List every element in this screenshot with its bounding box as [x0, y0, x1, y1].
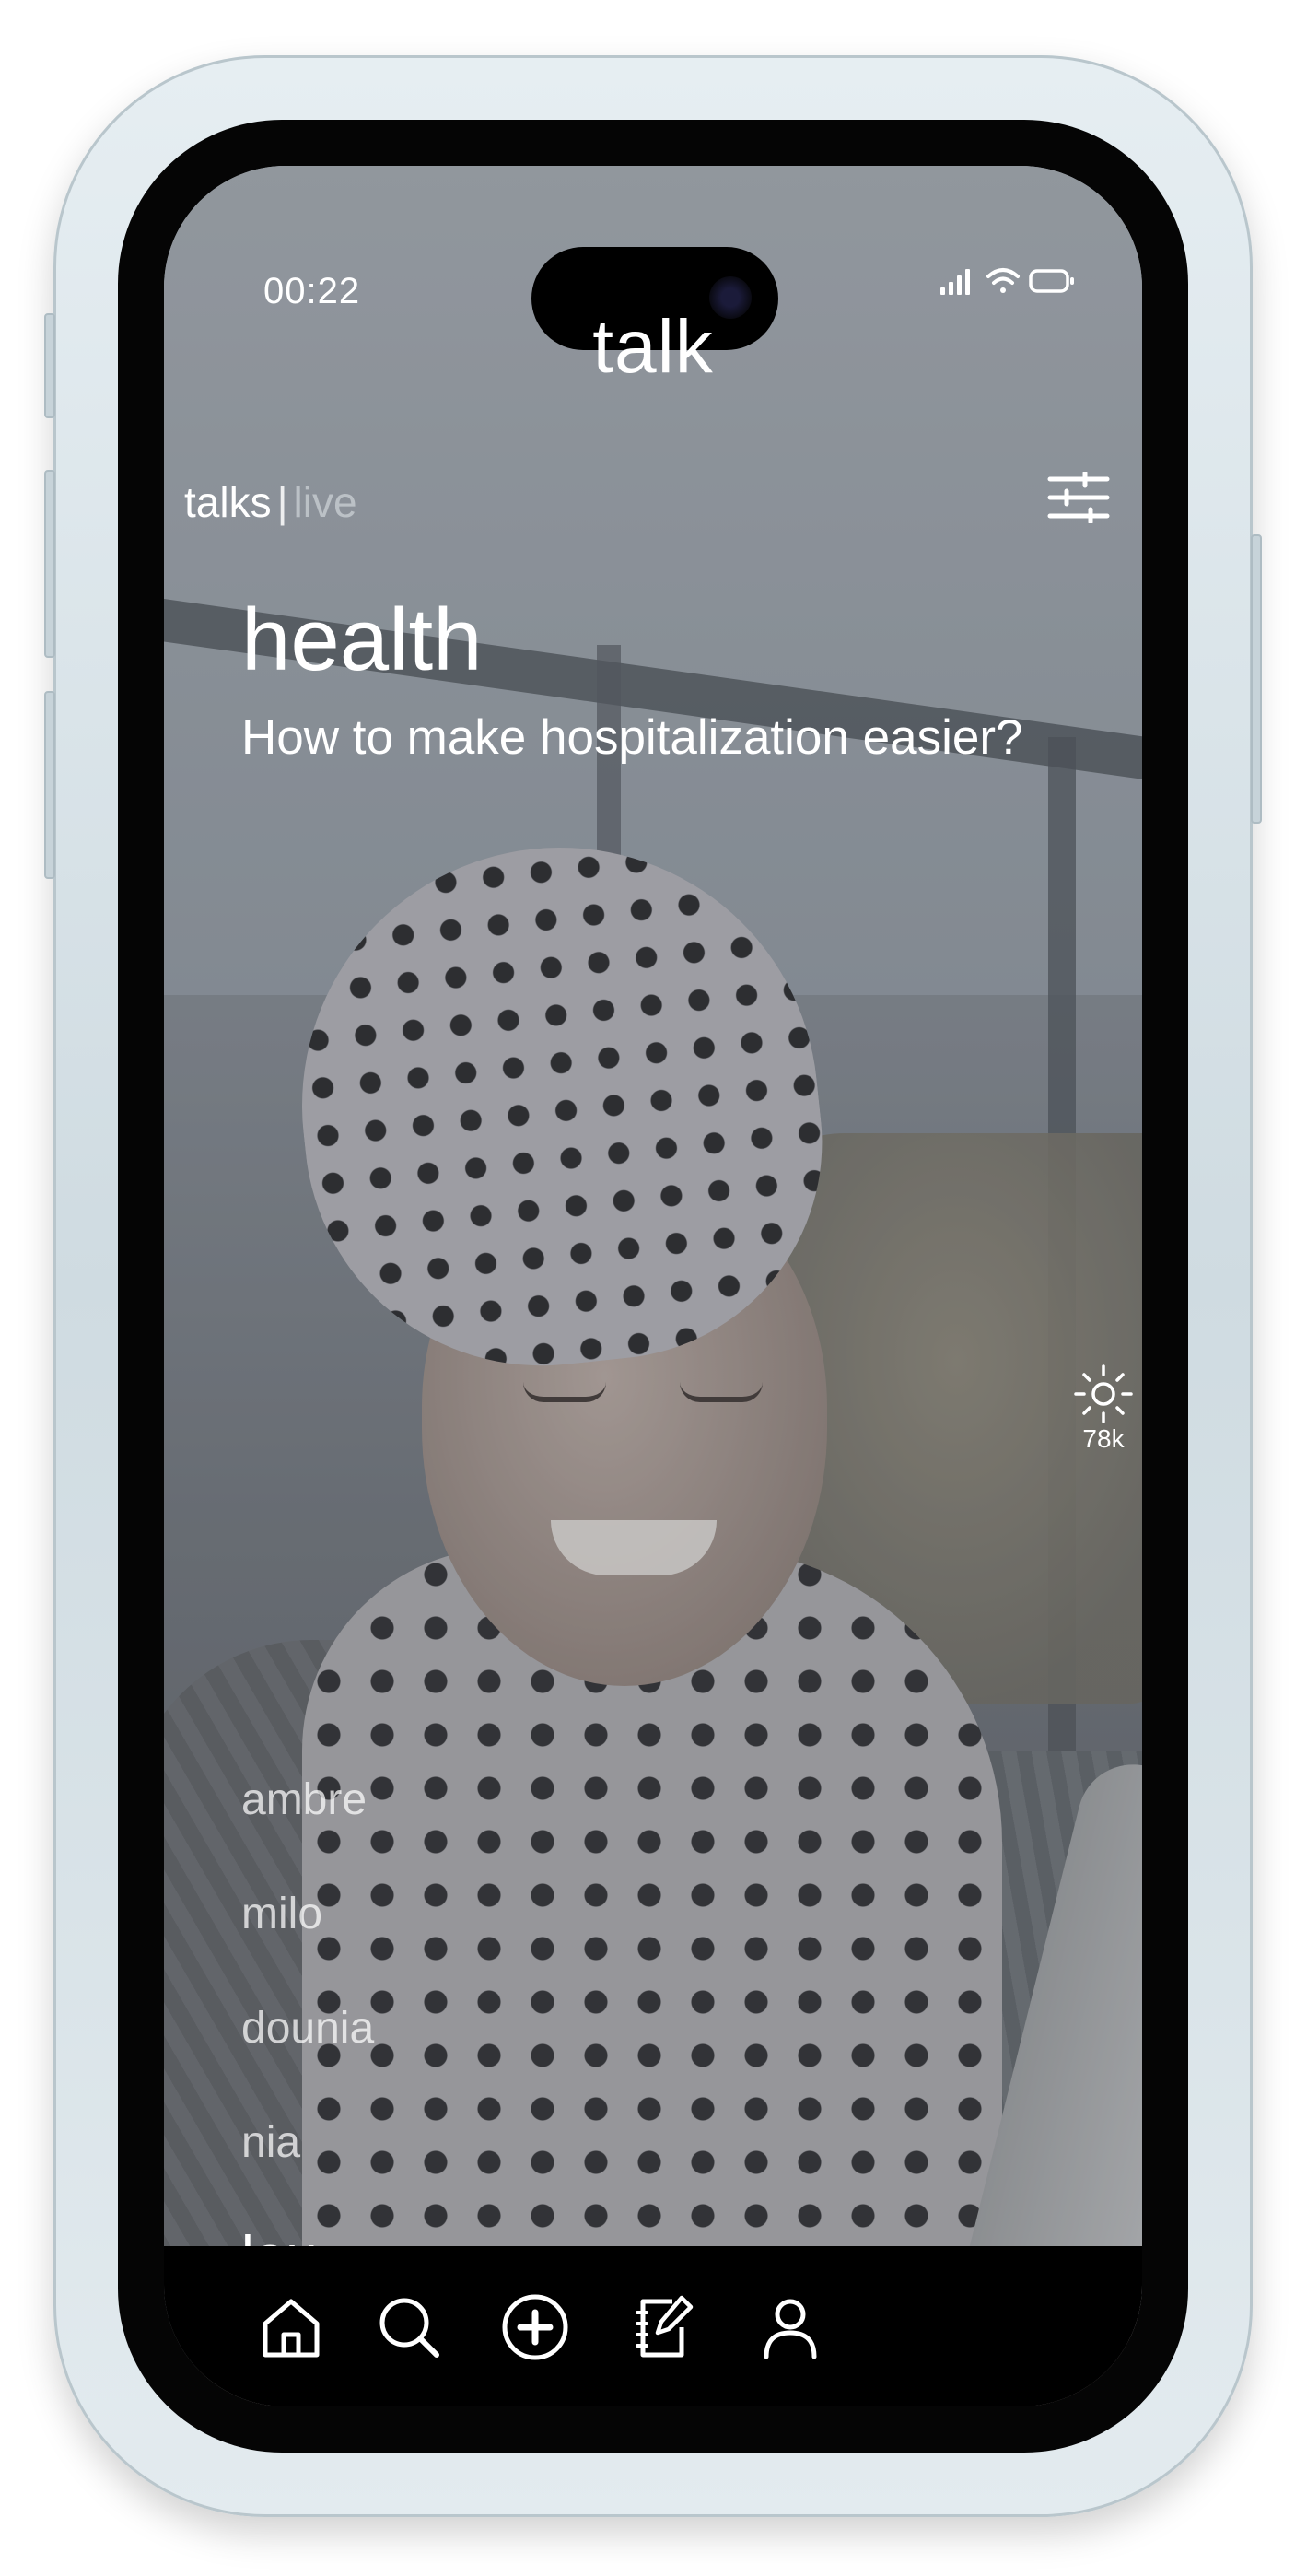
- like-count: 78k: [1082, 1424, 1125, 1453]
- screen: 00:22 talk talks | live health How to ma…: [164, 166, 1142, 2406]
- battery-icon: [1029, 269, 1074, 293]
- sun-icon: [1074, 1364, 1133, 1423]
- tab-separator: |: [276, 478, 288, 526]
- add-icon[interactable]: [498, 2290, 572, 2364]
- participant-item[interactable]: milo: [241, 1883, 374, 1997]
- volume-up-button: [44, 470, 55, 658]
- bottom-nav: [164, 2246, 1142, 2406]
- participant-item[interactable]: ambre: [241, 1769, 374, 1883]
- tab-talks[interactable]: talks: [184, 478, 272, 526]
- app-title: talk: [592, 305, 714, 389]
- home-icon[interactable]: [254, 2290, 328, 2364]
- volume-down-button: [44, 691, 55, 879]
- topic-category: health: [241, 591, 483, 689]
- topic-question: How to make hospitalization easier?: [241, 710, 1023, 765]
- participant-item[interactable]: dounia: [241, 1997, 374, 2112]
- signal-icon: [940, 269, 970, 295]
- tab-live[interactable]: live: [294, 478, 357, 526]
- search-icon[interactable]: [372, 2290, 446, 2364]
- wifi-icon: [986, 268, 1020, 293]
- participant-item[interactable]: nia: [241, 2112, 374, 2226]
- phone-frame: 00:22 talk talks | live health How to ma…: [44, 55, 1262, 2517]
- status-icons: [940, 268, 1074, 295]
- notebook-icon[interactable]: [626, 2290, 700, 2364]
- talk-tabs: talks | live: [184, 477, 357, 527]
- profile-icon[interactable]: [753, 2290, 827, 2364]
- action-button: [44, 313, 55, 418]
- filter-icon[interactable]: [1046, 472, 1111, 523]
- phone-bezel: 00:22 talk talks | live health How to ma…: [118, 120, 1188, 2453]
- power-button: [1251, 534, 1262, 824]
- like-button[interactable]: 78k: [1067, 1364, 1140, 1454]
